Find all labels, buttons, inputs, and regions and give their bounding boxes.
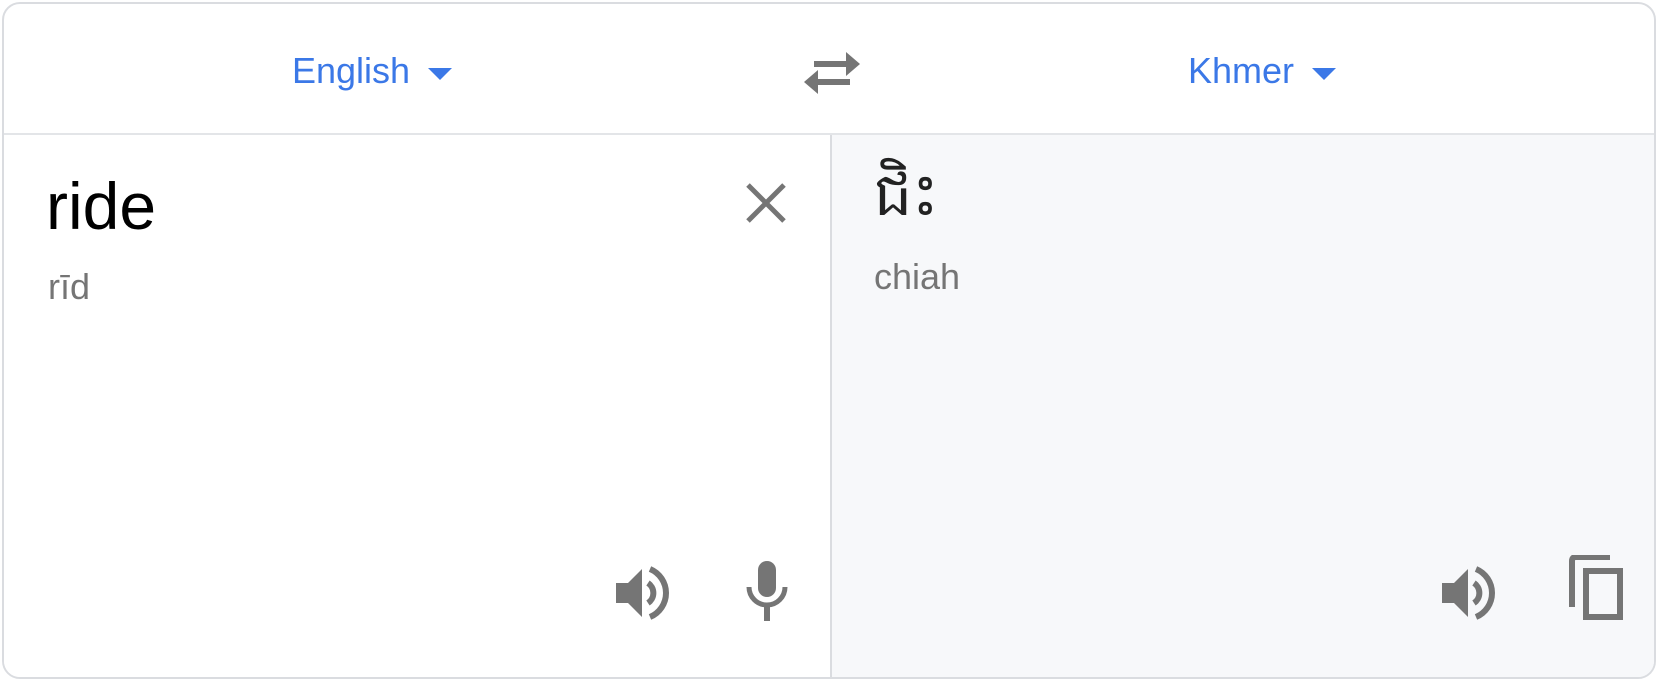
microphone-button[interactable] — [744, 559, 790, 623]
swap-languages-button[interactable] — [800, 48, 864, 100]
source-language-label: English — [292, 50, 411, 91]
swap-languages-icon — [804, 52, 860, 94]
clear-button[interactable] — [742, 179, 790, 227]
source-text[interactable]: ride — [46, 173, 156, 239]
speaker-icon — [616, 566, 669, 620]
copy-icon — [1569, 555, 1623, 620]
language-bar: English Khmer — [4, 4, 1654, 135]
translation-text: ជិះ — [874, 160, 939, 230]
source-transliteration: rīd — [48, 266, 91, 307]
source-listen-button[interactable] — [612, 563, 672, 623]
close-icon — [746, 183, 786, 223]
source-language-selector[interactable]: English — [292, 46, 453, 96]
translation-panel: ជិះ chiah — [832, 135, 1654, 677]
translation-transliteration: chiah — [874, 256, 961, 297]
microphone-icon — [746, 561, 788, 621]
chevron-down-icon — [1312, 68, 1337, 80]
translate-card: English Khmer ride rīd ជិះ chiah — [2, 2, 1656, 679]
target-language-selector[interactable]: Khmer — [1188, 46, 1337, 96]
source-panel[interactable]: ride rīd — [4, 135, 832, 677]
speaker-icon — [1442, 566, 1495, 620]
copy-translation-button[interactable] — [1566, 555, 1626, 621]
chevron-down-icon — [428, 68, 453, 80]
translation-listen-button[interactable] — [1438, 563, 1498, 623]
target-language-label: Khmer — [1188, 50, 1295, 91]
